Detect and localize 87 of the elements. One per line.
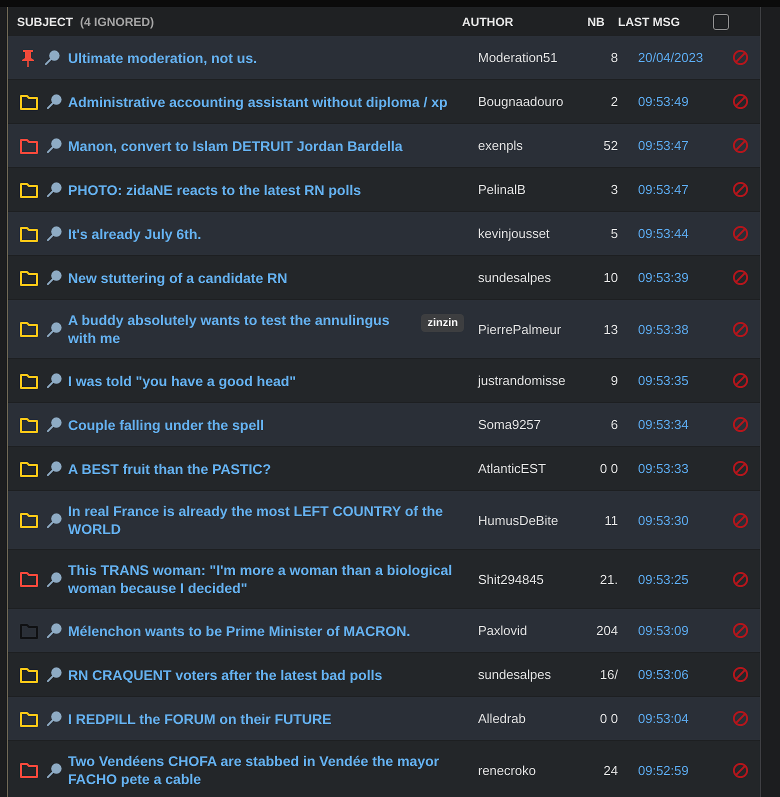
reply-count: 0 0 xyxy=(600,461,618,476)
last-message-link[interactable]: 09:52:59 xyxy=(638,762,689,778)
magnifier-icon[interactable] xyxy=(46,710,63,727)
magnifier-icon[interactable] xyxy=(46,762,63,778)
magnifier-icon[interactable] xyxy=(46,181,63,198)
last-message-link[interactable]: 09:53:30 xyxy=(638,512,689,528)
author-name[interactable]: Bougnaadouro xyxy=(478,94,564,109)
last-message-link[interactable]: 09:53:06 xyxy=(638,667,689,682)
topic-link[interactable]: In real France is already the most LEFT COUNTRY of the WORLD xyxy=(68,502,464,538)
reply-count: 21. xyxy=(600,572,618,586)
magnifier-icon[interactable] xyxy=(46,93,63,110)
reply-count: 204 xyxy=(596,623,618,638)
column-header: SUBJECT xyxy=(17,14,74,28)
topic-link[interactable]: PHOTO: zidaNE reacts to the latest RN polls xyxy=(68,180,464,198)
reply-count: 13 xyxy=(604,322,618,336)
last-message-link[interactable]: 09:53:47 xyxy=(638,182,689,197)
magnifier-icon[interactable] xyxy=(46,269,63,286)
reply-count: 11 xyxy=(604,512,618,528)
column-header: NB xyxy=(586,14,606,28)
magnifier-icon[interactable] xyxy=(46,460,63,477)
reply-count: 52 xyxy=(604,138,618,153)
author-name[interactable]: Soma9257 xyxy=(478,417,541,432)
author-name[interactable]: renecroko xyxy=(478,762,536,778)
magnifier-icon[interactable] xyxy=(46,320,63,338)
last-message-link[interactable]: 09:53:38 xyxy=(638,322,689,336)
last-message-link[interactable]: 09:53:49 xyxy=(638,94,689,109)
reply-count: 0 0 xyxy=(600,711,618,726)
column-header: LAST MSG xyxy=(618,14,681,28)
author-name[interactable]: sundesalpes xyxy=(478,667,551,682)
author-name[interactable]: AtlanticEST xyxy=(478,461,546,476)
reply-count: 5 xyxy=(610,226,618,241)
topic-link[interactable]: Administrative accounting assistant without diploma / xp xyxy=(68,92,464,110)
last-message-link[interactable]: 09:53:35 xyxy=(638,373,689,388)
last-message-link[interactable]: 09:53:04 xyxy=(638,711,689,726)
topic-link[interactable]: Mélenchon wants to be Prime Minister of MACRON. xyxy=(68,622,464,640)
author-name[interactable]: Moderation51 xyxy=(478,50,558,65)
topic-link[interactable]: Two Vendéens CHOFA are stabbed in Vendée the mayor FACHO pete a cable xyxy=(68,752,464,788)
topic-link[interactable]: A buddy absolutely wants to test the annulingus with me xyxy=(68,311,414,347)
magnifier-icon[interactable] xyxy=(46,137,63,154)
topic-link[interactable]: New stuttering of a candidate RN xyxy=(68,268,464,286)
topic-link[interactable]: It's already July 6th. xyxy=(68,224,464,242)
reply-count: 6 xyxy=(610,417,618,432)
author-name[interactable]: Shit294845 xyxy=(478,572,544,586)
reply-count: 2 xyxy=(610,94,618,109)
topic-link[interactable]: I REDPILL the FORUM on their FUTURE xyxy=(68,710,464,728)
magnifier-icon[interactable] xyxy=(46,666,63,683)
author-name[interactable]: Alledrab xyxy=(478,711,526,726)
reply-count: 9 xyxy=(610,373,618,388)
author-name[interactable]: exenpls xyxy=(478,138,523,153)
topic-link[interactable]: RN CRAQUENT voters after the latest bad polls xyxy=(68,666,464,684)
last-message-link[interactable]: 20/04/2023 xyxy=(638,50,704,65)
ignored-count: (4 IGNORED) xyxy=(80,14,154,28)
magnifier-icon[interactable] xyxy=(46,570,63,588)
author-name[interactable]: kevinjousset xyxy=(478,226,550,241)
author-name[interactable]: PelinalB xyxy=(478,182,526,197)
last-message-link[interactable]: 09:53:44 xyxy=(638,226,689,241)
last-message-link[interactable]: 09:53:39 xyxy=(638,270,689,285)
magnifier-icon[interactable] xyxy=(44,49,61,66)
author-name[interactable]: justrandomisse xyxy=(478,373,566,388)
reply-count: 3 xyxy=(610,182,618,197)
last-message-link[interactable]: 09:53:09 xyxy=(638,623,689,638)
topic-link[interactable]: I was told "you have a good head" xyxy=(68,372,464,390)
author-name[interactable]: HumusDeBite xyxy=(478,512,558,528)
magnifier-icon[interactable] xyxy=(46,622,63,639)
author-name[interactable]: PierrePalmeur xyxy=(478,322,562,336)
magnifier-icon[interactable] xyxy=(46,512,63,528)
topic-link[interactable]: A BEST fruit than the PASTIC? xyxy=(68,460,464,478)
reply-count: 10 xyxy=(604,270,618,285)
select-all-checkbox[interactable] xyxy=(713,14,729,30)
column-header: AUTHOR xyxy=(462,14,514,28)
topic-link[interactable]: This TRANS woman: "I'm more a woman than a biological woman because I decided" xyxy=(68,561,464,597)
topic-link[interactable]: Couple falling under the spell xyxy=(68,416,464,434)
author-name[interactable]: Paxlovid xyxy=(478,623,528,638)
reply-count: 24 xyxy=(604,762,618,778)
topic-tag: zinzin xyxy=(421,314,464,332)
magnifier-icon[interactable] xyxy=(46,225,63,242)
last-message-link[interactable]: 09:53:34 xyxy=(638,417,689,432)
topic-link[interactable]: Ultimate moderation, not us. xyxy=(68,48,464,66)
author-name[interactable]: sundesalpes xyxy=(478,270,551,285)
reply-count: 16/ xyxy=(600,667,618,682)
magnifier-icon[interactable] xyxy=(46,416,63,433)
last-message-link[interactable]: 09:53:47 xyxy=(638,138,689,153)
magnifier-icon[interactable] xyxy=(46,372,63,389)
reply-count: 8 xyxy=(610,50,618,65)
last-message-link[interactable]: 09:53:33 xyxy=(638,461,689,476)
topic-link[interactable]: Manon, convert to Islam DETRUIT Jordan Bardella xyxy=(68,136,464,154)
last-message-link[interactable]: 09:53:25 xyxy=(638,572,689,586)
